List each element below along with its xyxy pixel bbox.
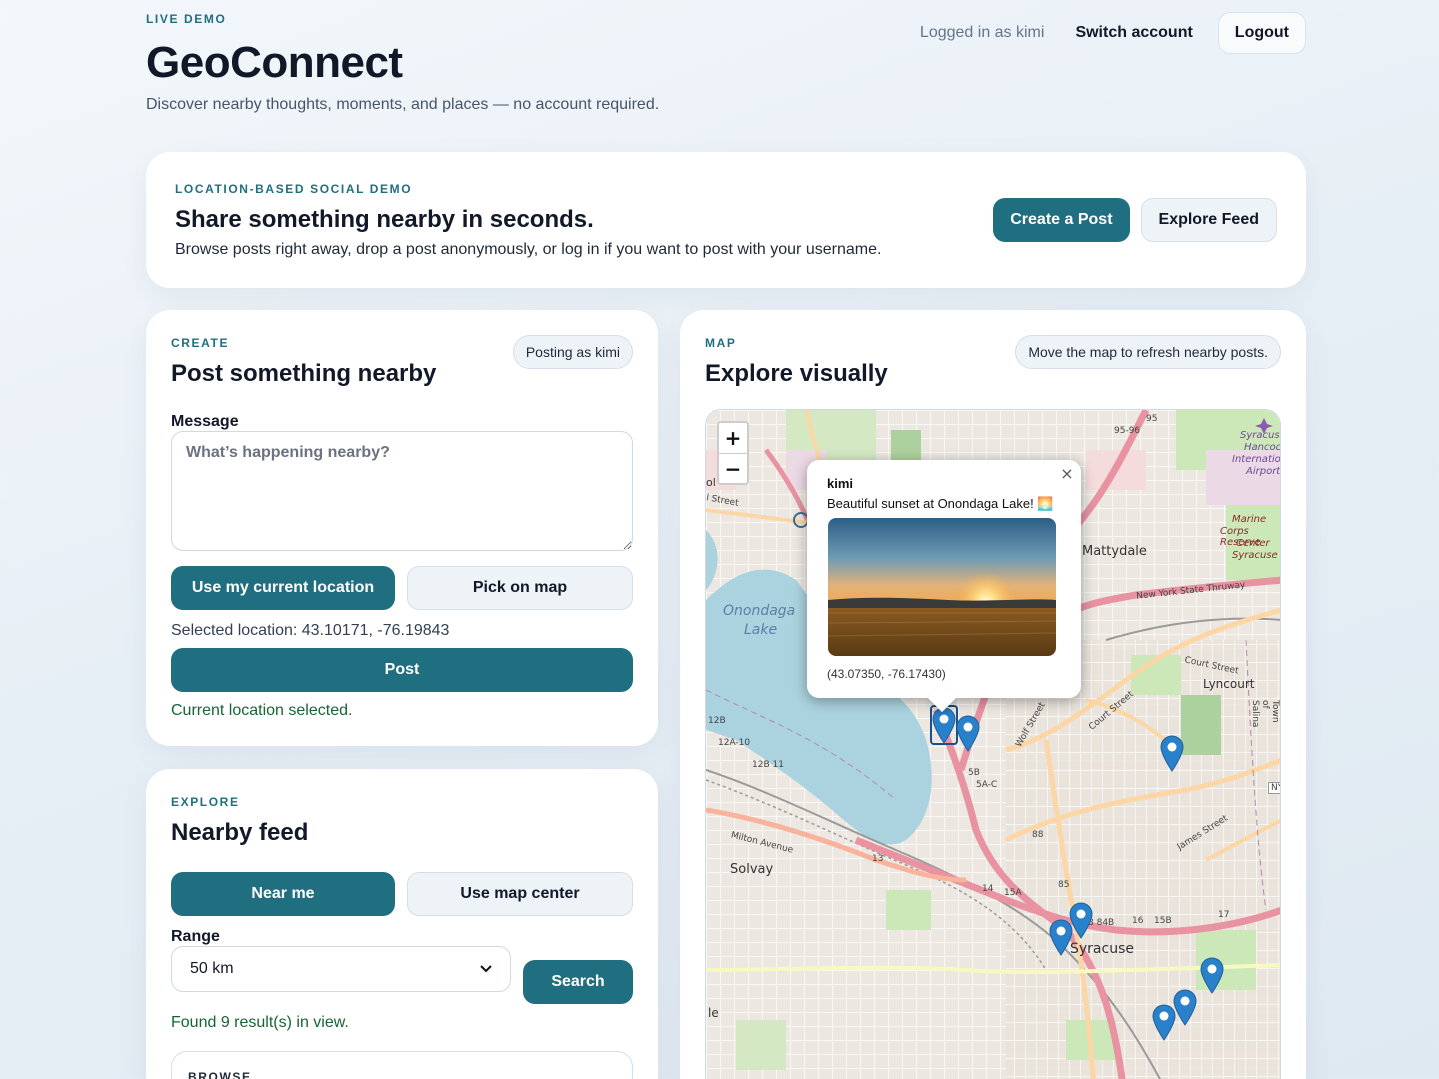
range-select[interactable]: 50 km xyxy=(171,946,511,992)
map-card: MAP Explore visually Move the map to ref… xyxy=(680,310,1306,1079)
explore-card: EXPLORE Nearby feed Near me Use map cent… xyxy=(146,769,658,1079)
use-current-location-button[interactable]: Use my current location xyxy=(171,566,395,610)
create-title: Post something nearby xyxy=(171,360,437,387)
map-marker[interactable] xyxy=(1158,733,1186,773)
label-syracuse: Syracuse xyxy=(1070,941,1134,957)
zoom-out-button[interactable]: − xyxy=(719,453,747,483)
label-lyncourt: Lyncourt xyxy=(1203,677,1255,691)
map-title: Explore visually xyxy=(705,360,888,387)
search-button[interactable]: Search xyxy=(523,960,633,1004)
map-pin-icon xyxy=(1200,957,1224,994)
browse-eyebrow: BROWSE xyxy=(188,1070,252,1079)
popup-message: Beautiful sunset at Onondaga Lake! 🌅 xyxy=(827,496,1054,511)
create-card: CREATE Post something nearby Posting as … xyxy=(146,310,658,746)
message-input[interactable] xyxy=(171,431,633,551)
zoom-control: + − xyxy=(717,421,749,485)
map-pin-icon xyxy=(956,715,980,752)
create-eyebrow: CREATE xyxy=(171,336,230,350)
explore-title: Nearby feed xyxy=(171,819,309,846)
map-hint: Move the map to refresh nearby posts. xyxy=(1015,335,1281,369)
route-15b: 15B xyxy=(1154,916,1172,926)
map-pin-icon xyxy=(1160,735,1184,772)
route-95: 95 xyxy=(1146,414,1158,424)
brand-title: GeoConnect xyxy=(146,38,403,87)
account-bar: Logged in as kimi Switch account Logout xyxy=(920,12,1306,54)
pick-on-map-button[interactable]: Pick on map xyxy=(407,566,633,610)
route-16: 16 xyxy=(1132,916,1144,926)
label-airport-2: Hancock xyxy=(1244,442,1281,453)
map-view[interactable]: Mattydale Onondaga Lake Lyncourt Solvay … xyxy=(705,409,1281,1079)
map-marker[interactable] xyxy=(1150,1002,1178,1042)
switch-account-button[interactable]: Switch account xyxy=(1058,12,1209,54)
hero-card: LOCATION-BASED SOCIAL DEMO Share somethi… xyxy=(146,152,1306,288)
popup-username: kimi xyxy=(827,476,854,491)
range-label: Range xyxy=(171,928,220,945)
hero-title: Share something nearby in seconds. xyxy=(175,206,594,233)
label-solvay: Solvay xyxy=(730,862,774,877)
popup-photo xyxy=(828,518,1056,656)
label-lake: Lake xyxy=(744,622,778,638)
label-airport-4: Airport xyxy=(1246,466,1281,477)
create-status: Current location selected. xyxy=(171,702,353,719)
logout-button[interactable]: Logout xyxy=(1217,12,1306,54)
posting-as-badge: Posting as kimi xyxy=(512,335,633,369)
map-marker[interactable] xyxy=(954,713,982,753)
hero-description: Browse posts right away, drop a post ano… xyxy=(175,241,882,258)
explore-status: Found 9 result(s) in view. xyxy=(171,1014,349,1031)
popup-coordinates: (43.07350, -76.17430) xyxy=(827,667,946,681)
route-95-96: 95-96 xyxy=(1114,426,1141,436)
route-14: 14 xyxy=(982,884,994,894)
near-me-button[interactable]: Near me xyxy=(171,872,395,916)
route-12a: 12A-10 xyxy=(718,738,751,748)
selected-location-text: Selected location: 43.10171, -76.19843 xyxy=(171,622,450,639)
zoom-in-button[interactable]: + xyxy=(719,423,747,453)
route-12b: 12B xyxy=(708,716,726,726)
use-map-center-button[interactable]: Use map center xyxy=(407,872,633,916)
logged-in-text: Logged in as kimi xyxy=(919,24,1045,41)
browse-section: BROWSE xyxy=(171,1051,633,1079)
route-17: 17 xyxy=(1218,910,1230,920)
route-13: 13 xyxy=(872,854,884,864)
header-eyebrow: LIVE DEMO xyxy=(146,12,227,26)
map-eyebrow: MAP xyxy=(705,336,737,350)
hero-eyebrow: LOCATION-BASED SOCIAL DEMO xyxy=(175,182,413,196)
label-onondaga: Onondaga xyxy=(723,603,796,619)
post-button[interactable]: Post xyxy=(171,648,633,692)
sunset-image xyxy=(828,518,1056,656)
map-popup: × kimi Beautiful sunset at Onondaga Lake… xyxy=(807,460,1081,698)
map-marker[interactable] xyxy=(1198,955,1226,995)
tagline: Discover nearby thoughts, moments, and p… xyxy=(146,96,660,113)
hero-actions: Create a Post Explore Feed xyxy=(993,198,1277,242)
map-pin-icon xyxy=(1049,919,1073,956)
label-airport-3: International xyxy=(1232,454,1281,465)
label-marine-3: Center xyxy=(1236,538,1270,549)
map-marker[interactable] xyxy=(1047,917,1075,957)
label-le: le xyxy=(708,1006,719,1020)
route-85: 85 xyxy=(1058,880,1070,890)
route-88: 88 xyxy=(1032,830,1044,840)
label-marine-4: Syracuse xyxy=(1232,550,1278,561)
label-mattydale: Mattydale xyxy=(1082,544,1147,559)
map-pin-icon xyxy=(1152,1004,1176,1041)
route-12b-11: 12B 11 xyxy=(752,760,784,770)
explore-eyebrow: EXPLORE xyxy=(171,795,240,809)
label-marine-1: Marine xyxy=(1232,514,1267,525)
range-value: 50 km xyxy=(190,960,234,977)
route-5b: 5B xyxy=(968,768,980,778)
location-buttons: Use my current location Pick on map xyxy=(171,566,633,610)
popup-close-button[interactable]: × xyxy=(1059,464,1075,483)
route-15a: 15A xyxy=(1004,888,1022,898)
message-label: Message xyxy=(171,413,239,430)
label-town-of-salina: Town of Salina xyxy=(1250,700,1280,728)
feed-source-buttons: Near me Use map center xyxy=(171,872,633,916)
route-5ac: 5A-C xyxy=(976,780,998,790)
chevron-down-icon xyxy=(480,965,492,973)
route-ny: NY xyxy=(1268,782,1280,794)
label-airport-1: Syracuse xyxy=(1240,430,1280,441)
create-post-button[interactable]: Create a Post xyxy=(993,198,1130,242)
explore-feed-button[interactable]: Explore Feed xyxy=(1140,198,1277,242)
label-ol: ol xyxy=(706,476,716,489)
